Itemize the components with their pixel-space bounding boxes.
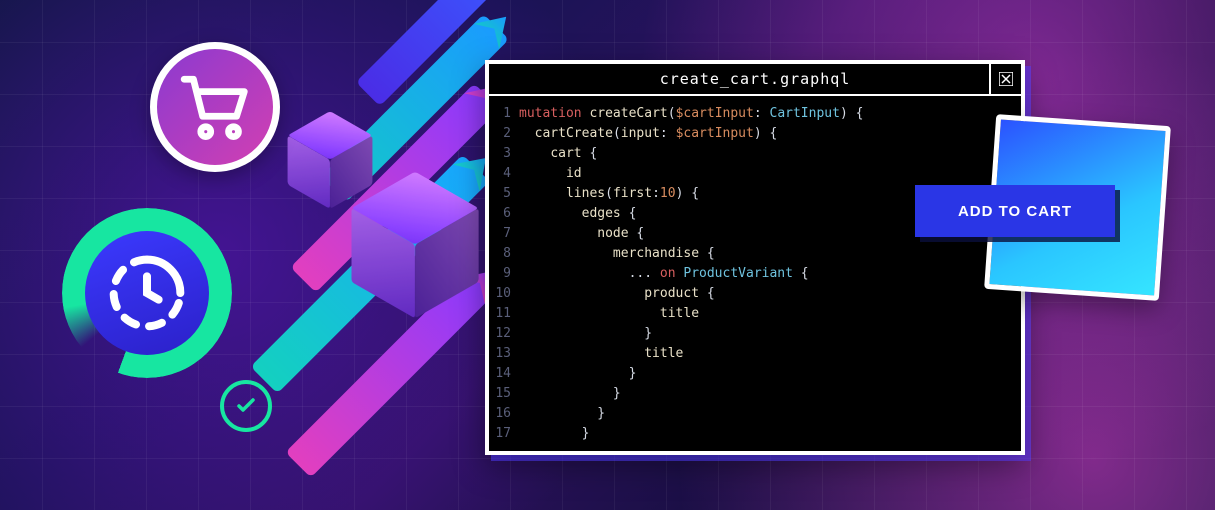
- code-line: merchandise {: [519, 244, 1011, 264]
- line-number: 9: [493, 264, 511, 284]
- code-line: mutation createCart($cartInput: CartInpu…: [519, 104, 1011, 124]
- cart-icon: [178, 70, 252, 144]
- line-number: 14: [493, 364, 511, 384]
- line-number: 5: [493, 184, 511, 204]
- line-number: 10: [493, 284, 511, 304]
- line-number: 7: [493, 224, 511, 244]
- editor-filename: create_cart.graphql: [660, 70, 851, 88]
- line-number: 16: [493, 404, 511, 424]
- line-number: 17: [493, 424, 511, 444]
- line-number: 12: [493, 324, 511, 344]
- line-number: 11: [493, 304, 511, 324]
- decor-cube: [351, 208, 478, 281]
- line-number: 1: [493, 104, 511, 124]
- code-line: cartCreate(input: $cartInput) {: [519, 124, 1011, 144]
- code-line: }: [519, 404, 1011, 424]
- code-area: 1234567891011121314151617 mutation creat…: [489, 96, 1021, 451]
- cart-badge: [150, 42, 280, 172]
- code-line: }: [519, 364, 1011, 384]
- clock-icon: [107, 253, 187, 333]
- code-line: product {: [519, 284, 1011, 304]
- code-line: }: [519, 384, 1011, 404]
- clock-face: [85, 231, 209, 355]
- code-line: title: [519, 344, 1011, 364]
- code-line: ... on ProductVariant {: [519, 264, 1011, 284]
- line-number: 3: [493, 144, 511, 164]
- code-line: }: [519, 324, 1011, 344]
- code-editor-window: create_cart.graphql 12345678910111213141…: [485, 60, 1025, 455]
- add-to-cart-button[interactable]: ADD TO CART: [915, 185, 1115, 237]
- check-badge: [220, 380, 272, 432]
- code-line: cart {: [519, 144, 1011, 164]
- decor-cube: [288, 136, 373, 185]
- close-button[interactable]: [989, 64, 1021, 94]
- hero-illustration: create_cart.graphql 12345678910111213141…: [0, 0, 1215, 510]
- editor-titlebar: create_cart.graphql: [489, 64, 1021, 96]
- code-line: id: [519, 164, 1011, 184]
- close-icon: [999, 72, 1013, 86]
- code-content: mutation createCart($cartInput: CartInpu…: [519, 104, 1011, 443]
- line-number: 4: [493, 164, 511, 184]
- line-number: 13: [493, 344, 511, 364]
- line-number: 6: [493, 204, 511, 224]
- add-to-cart-label: ADD TO CART: [958, 203, 1072, 220]
- code-line: }: [519, 424, 1011, 444]
- line-number: 15: [493, 384, 511, 404]
- line-number: 8: [493, 244, 511, 264]
- check-icon: [234, 394, 258, 418]
- line-gutter: 1234567891011121314151617: [493, 104, 519, 443]
- code-line: title: [519, 304, 1011, 324]
- line-number: 2: [493, 124, 511, 144]
